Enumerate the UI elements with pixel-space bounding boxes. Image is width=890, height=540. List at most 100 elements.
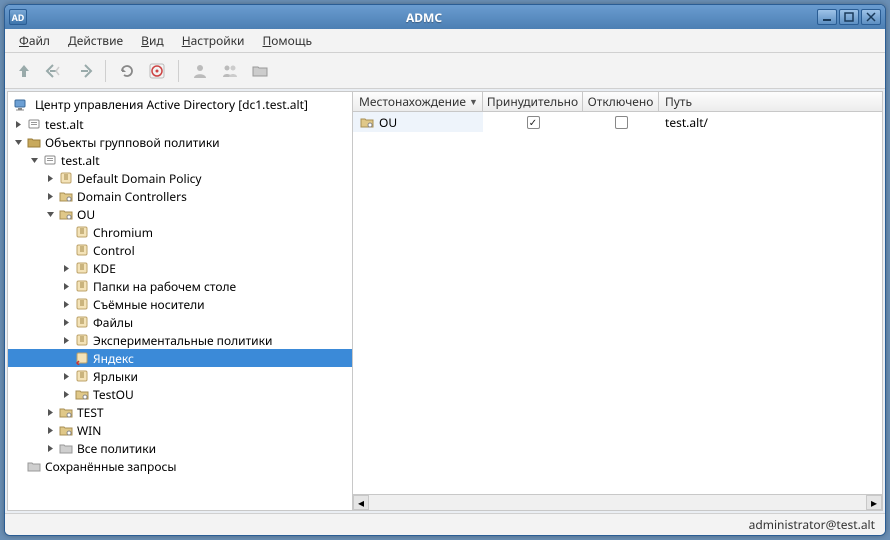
tree-item-domain[interactable]: test.alt [8, 115, 352, 133]
tree-label: Файлы [93, 314, 133, 331]
expand-icon[interactable] [42, 188, 58, 204]
domain-icon [42, 152, 58, 168]
expand-icon[interactable] [42, 404, 58, 420]
tree-label: Ярлыки [93, 368, 138, 385]
target-button[interactable] [144, 58, 170, 84]
column-label: Путь [665, 93, 692, 110]
status-user: administrator@test.alt [749, 516, 875, 533]
tree-label: TestOU [93, 386, 134, 403]
nav-forward-button[interactable] [71, 58, 97, 84]
column-location[interactable]: Местонахождение ▼ [353, 92, 483, 111]
tree-item-ou[interactable]: OU [8, 205, 352, 223]
expand-icon[interactable] [42, 170, 58, 186]
tree-root[interactable]: Центр управления Active Directory [dc1.t… [8, 94, 352, 115]
expand-icon[interactable] [58, 260, 74, 276]
tree-label: Chromium [93, 224, 153, 241]
tree-pane[interactable]: Центр управления Active Directory [dc1.t… [8, 92, 353, 510]
menu-action[interactable]: Действие [60, 30, 131, 51]
tree-item-desktop-folders[interactable]: Папки на рабочем столе [8, 277, 352, 295]
folder-grey-icon [26, 458, 42, 474]
tree-label: TEST [77, 404, 104, 421]
toolbar-separator [178, 60, 179, 82]
scroll-left-icon[interactable]: ◂ [353, 495, 369, 510]
tree-item-default-policy[interactable]: Default Domain Policy [8, 169, 352, 187]
tree-label: OU [77, 206, 95, 223]
ou-icon [58, 188, 74, 204]
tree-item-files[interactable]: Файлы [8, 313, 352, 331]
tree-item-experimental[interactable]: Экспериментальные политики [8, 331, 352, 349]
monitor-icon [12, 97, 28, 113]
close-button[interactable] [861, 9, 881, 25]
scroll-right-icon[interactable]: ▸ [866, 495, 882, 510]
ou-icon [58, 404, 74, 420]
tree-item-control[interactable]: Control [8, 241, 352, 259]
tree-label: Съёмные носители [93, 296, 205, 313]
horizontal-scrollbar[interactable]: ◂ ▸ [353, 494, 882, 510]
tree-item-gpo-container[interactable]: Объекты групповой политики [8, 133, 352, 151]
expand-icon[interactable] [58, 386, 74, 402]
new-user-button[interactable] [187, 58, 213, 84]
titlebar[interactable]: AD ADMC [5, 5, 885, 29]
collapse-icon[interactable] [26, 152, 42, 168]
menu-view[interactable]: Вид [133, 30, 172, 51]
tree-item-dc[interactable]: Domain Controllers [8, 187, 352, 205]
gpo-icon [74, 332, 90, 348]
disabled-checkbox[interactable] [615, 116, 628, 129]
expand-icon[interactable] [58, 278, 74, 294]
nav-up-button[interactable] [11, 58, 37, 84]
folder-grey-icon [58, 440, 74, 456]
tree-item-kde[interactable]: KDE [8, 259, 352, 277]
menu-help[interactable]: Помощь [255, 30, 321, 51]
domain-icon [26, 116, 42, 132]
menu-settings[interactable]: Настройки [174, 30, 253, 51]
gpo-icon [58, 170, 74, 186]
nav-back-button[interactable] [41, 58, 67, 84]
expand-icon[interactable] [58, 368, 74, 384]
menu-file[interactable]: Файл [11, 30, 58, 51]
collapse-icon[interactable] [42, 206, 58, 222]
expand-icon[interactable] [10, 116, 26, 132]
new-group-button[interactable] [217, 58, 243, 84]
table-body[interactable]: OU test.alt/ [353, 112, 882, 494]
tree-item-shortcuts[interactable]: Ярлыки [8, 367, 352, 385]
tree-label: Экспериментальные политики [93, 332, 272, 349]
expand-icon[interactable] [58, 296, 74, 312]
new-ou-button[interactable] [247, 58, 273, 84]
gpo-icon [74, 260, 90, 276]
column-label: Принудительно [487, 93, 578, 110]
tree-item-removable[interactable]: Съёмные носители [8, 295, 352, 313]
table-row[interactable]: OU test.alt/ [353, 112, 882, 132]
tree-item-yandex[interactable]: Яндекс [8, 349, 352, 367]
maximize-button[interactable] [839, 9, 859, 25]
tree-item-test[interactable]: TEST [8, 403, 352, 421]
expand-icon[interactable] [58, 332, 74, 348]
tree-item-saved-queries[interactable]: Сохранённые запросы [8, 457, 352, 475]
toolbar-separator [105, 60, 106, 82]
tree-root-label: Центр управления Active Directory [dc1.t… [35, 96, 308, 113]
column-path[interactable]: Путь [659, 92, 882, 111]
gpo-linked-icon [74, 350, 90, 366]
expand-icon[interactable] [58, 314, 74, 330]
tree-label: Control [93, 242, 135, 259]
folder-icon [26, 134, 42, 150]
tree-label: test.alt [61, 152, 100, 169]
tree-item-chromium[interactable]: Chromium [8, 223, 352, 241]
enforced-checkbox[interactable] [527, 116, 540, 129]
tree-label: Default Domain Policy [77, 170, 202, 187]
toolbar [5, 53, 885, 89]
expand-icon[interactable] [42, 440, 58, 456]
tree-item-testalt[interactable]: test.alt [8, 151, 352, 169]
tree-item-all-policies[interactable]: Все политики [8, 439, 352, 457]
table-header: Местонахождение ▼ Принудительно Отключен… [353, 92, 882, 112]
gpo-icon [74, 224, 90, 240]
column-enforced[interactable]: Принудительно [483, 92, 583, 111]
expand-icon[interactable] [42, 422, 58, 438]
window-title: ADMC [33, 9, 815, 26]
tree-label: Все политики [77, 440, 156, 457]
tree-item-win[interactable]: WIN [8, 421, 352, 439]
column-disabled[interactable]: Отключено [583, 92, 659, 111]
minimize-button[interactable] [817, 9, 837, 25]
refresh-button[interactable] [114, 58, 140, 84]
collapse-icon[interactable] [10, 134, 26, 150]
tree-item-testou[interactable]: TestOU [8, 385, 352, 403]
